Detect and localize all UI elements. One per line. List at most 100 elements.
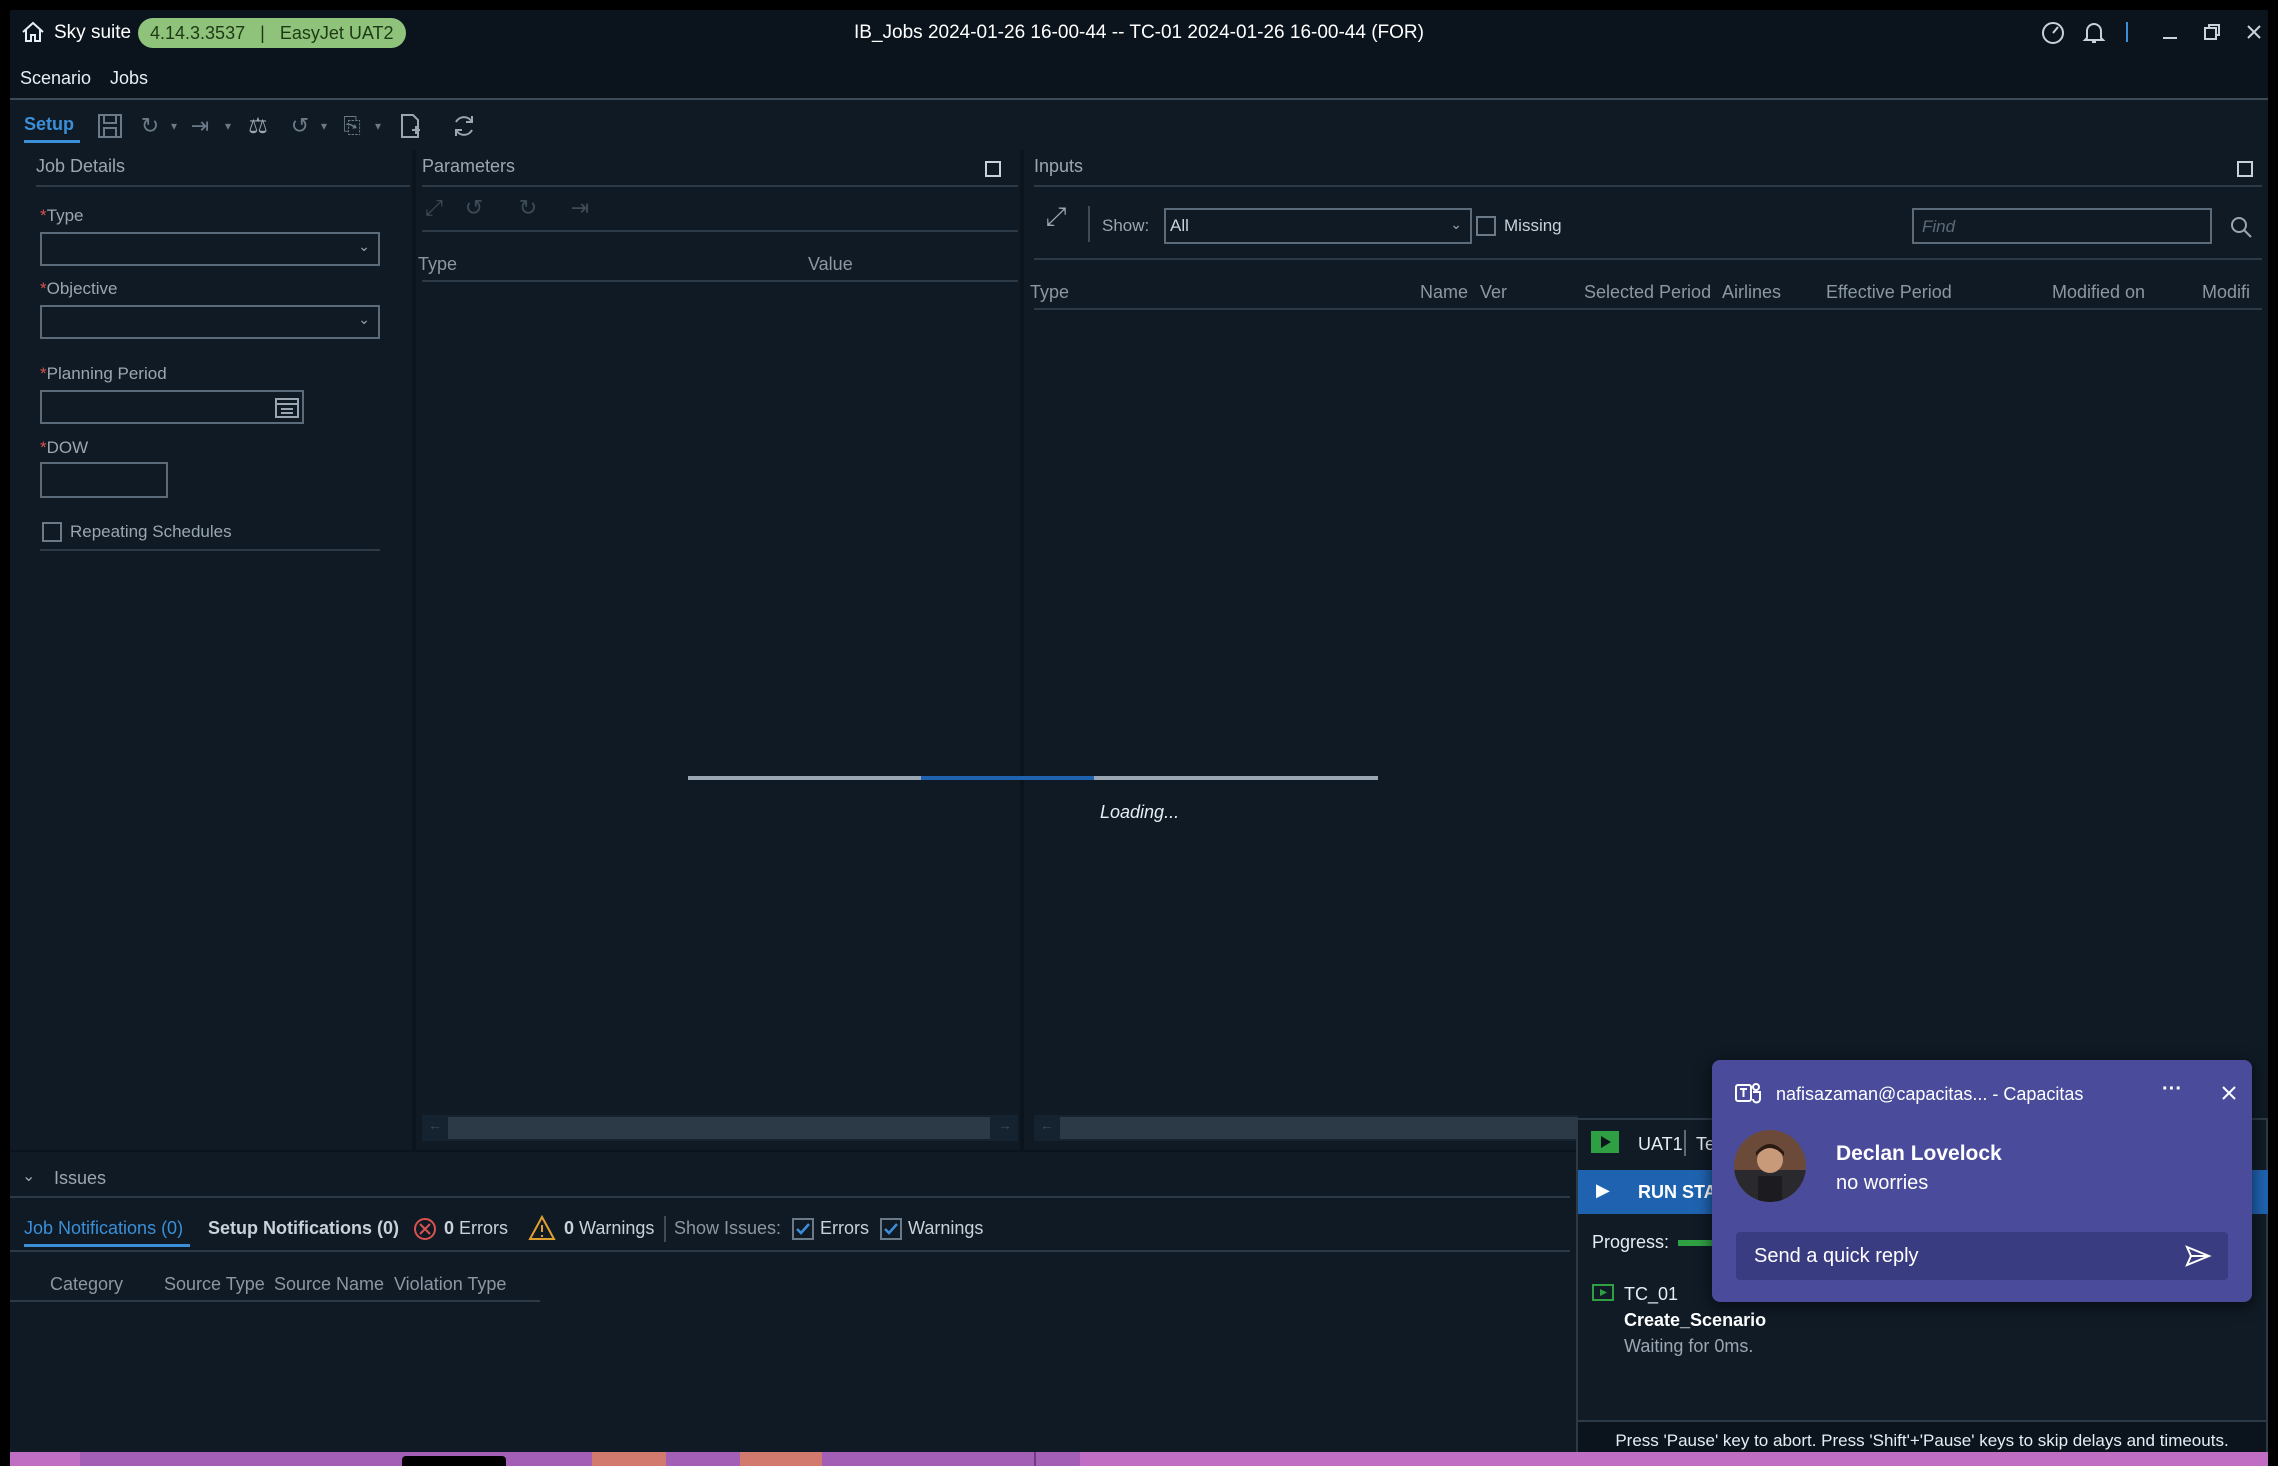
warnings-summary[interactable]: 0 Warnings xyxy=(564,1218,654,1239)
column-header-name[interactable]: Name xyxy=(1420,282,1468,303)
bell-icon[interactable] xyxy=(2082,20,2106,46)
close-icon[interactable] xyxy=(2220,1084,2238,1102)
scrollbar-thumb[interactable] xyxy=(1060,1117,1578,1139)
chevron-down-icon: ⌄ xyxy=(358,311,370,327)
loading-text: Loading... xyxy=(1100,802,1180,822)
divider xyxy=(422,280,1018,282)
chevron-down-icon[interactable]: ▾ xyxy=(214,112,242,140)
planning-period-input[interactable] xyxy=(40,390,304,424)
minimize-icon[interactable] xyxy=(2160,22,2180,42)
chevron-down-icon: ⌄ xyxy=(358,238,370,254)
scrollbar-thumb[interactable] xyxy=(448,1117,990,1139)
job-details-title: Job Details xyxy=(36,156,126,176)
maximize-icon[interactable] xyxy=(2236,160,2254,178)
column-header-selected-period[interactable]: Selected Period xyxy=(1584,282,1711,303)
taskbar-item[interactable] xyxy=(592,1452,666,1466)
speedometer-icon[interactable] xyxy=(2040,20,2066,46)
refresh-icon[interactable] xyxy=(450,112,478,140)
redo-icon[interactable]: ↻ xyxy=(514,194,542,222)
calendar-icon[interactable] xyxy=(274,396,300,420)
column-header-source-name[interactable]: Source Name xyxy=(274,1274,384,1295)
repeating-schedules-checkbox[interactable] xyxy=(42,522,62,542)
chevron-down-icon[interactable]: ▾ xyxy=(310,112,338,140)
undo-icon[interactable]: ↺ xyxy=(460,194,488,222)
collapse-chevron-icon[interactable]: ⌄ xyxy=(22,1166,35,1186)
tab-setup-underline xyxy=(24,140,80,143)
dow-input[interactable] xyxy=(40,462,168,498)
new-document-icon[interactable] xyxy=(396,112,424,140)
send-icon[interactable] xyxy=(2184,1244,2212,1268)
tab-job-notifications[interactable]: Job Notifications (0) xyxy=(24,1218,183,1239)
expand-icon[interactable]: ⤢ xyxy=(420,194,448,222)
column-header-modified-by[interactable]: Modifi xyxy=(2202,282,2260,303)
more-options-icon[interactable]: ··· xyxy=(2162,1078,2182,1101)
panel-splitter[interactable] xyxy=(412,150,416,1150)
menu-jobs[interactable]: Jobs xyxy=(110,68,148,89)
parameters-horizontal-scrollbar[interactable]: ← → xyxy=(422,1115,1018,1141)
show-select[interactable]: All ⌄ xyxy=(1164,208,1472,244)
home-icon[interactable] xyxy=(20,20,46,44)
warnings-count: 0 xyxy=(564,1218,575,1238)
column-header-modified-on[interactable]: Modified on xyxy=(2052,282,2145,303)
tab-setup[interactable]: Setup xyxy=(24,114,74,135)
divider xyxy=(1034,1452,1036,1466)
version-badge: 4.14.3.3537 | EasyJet UAT2 xyxy=(138,18,406,48)
arrow-left-icon[interactable]: ← xyxy=(428,1117,442,1133)
tab-setup-notifications[interactable]: Setup Notifications (0) xyxy=(208,1218,399,1239)
title-divider xyxy=(2126,22,2128,42)
divider xyxy=(1034,258,2262,260)
save-icon[interactable] xyxy=(96,112,124,140)
title-bar: Sky suite 4.14.3.3537 | EasyJet UAT2 IB_… xyxy=(10,10,2268,54)
taskbar xyxy=(10,1452,2268,1466)
chevron-down-icon[interactable]: ▾ xyxy=(364,112,392,140)
column-header-airlines[interactable]: Airlines xyxy=(1722,282,1781,303)
column-header-ver[interactable]: Ver xyxy=(1480,282,1507,303)
type-select[interactable]: ⌄ xyxy=(40,232,380,266)
chevron-down-icon[interactable]: ▾ xyxy=(160,112,188,140)
toolbar: Setup ↻ ▾ ⇥ ▾ ⚖ ↺ ▾ ⎘ ▾ xyxy=(10,102,2268,148)
taskbar-item[interactable] xyxy=(402,1456,506,1466)
errors-filter-checkbox[interactable] xyxy=(792,1218,814,1240)
inputs-horizontal-scrollbar[interactable]: ← xyxy=(1034,1115,1578,1141)
warnings-label: Warnings xyxy=(579,1218,655,1238)
objective-label: *Objective xyxy=(40,279,118,299)
panel-splitter[interactable] xyxy=(1020,150,1024,1150)
column-header-value[interactable]: Value xyxy=(808,254,853,275)
column-header-type[interactable]: Type xyxy=(1030,282,1069,303)
type-label-text: Type xyxy=(46,206,84,225)
column-header-effective-period[interactable]: Effective Period xyxy=(1826,282,1952,303)
divider xyxy=(10,1196,1570,1198)
teams-notification[interactable]: nafisazaman@capacitas... - Capacitas ···… xyxy=(1712,1060,2252,1302)
errors-summary[interactable]: 0 Errors xyxy=(444,1218,508,1239)
column-header-category[interactable]: Category xyxy=(50,1274,123,1295)
missing-checkbox[interactable] xyxy=(1476,216,1496,236)
column-header-source-type[interactable]: Source Type xyxy=(164,1274,265,1295)
quick-reply-input[interactable]: Send a quick reply xyxy=(1736,1232,2228,1280)
balance-scale-icon[interactable]: ⚖ xyxy=(244,112,272,140)
arrow-left-icon[interactable]: ← xyxy=(1040,1117,1054,1133)
export-icon[interactable]: ⇥ xyxy=(566,194,594,222)
column-header-violation-type[interactable]: Violation Type xyxy=(394,1274,506,1295)
required-mark: * xyxy=(40,438,47,457)
search-icon[interactable] xyxy=(2228,214,2254,240)
maximize-icon[interactable] xyxy=(984,160,1002,178)
column-header-type[interactable]: Type xyxy=(418,254,457,275)
taskbar-segment xyxy=(80,1452,1080,1466)
menu-scenario[interactable]: Scenario xyxy=(20,68,91,89)
expand-icon[interactable]: ⤢ xyxy=(1042,202,1070,230)
objective-select[interactable]: ⌄ xyxy=(40,305,380,339)
warnings-filter-checkbox[interactable] xyxy=(880,1218,902,1240)
export-icon[interactable]: ⇥ xyxy=(186,112,214,140)
close-icon[interactable] xyxy=(2244,22,2264,42)
copy-icon[interactable]: ⎘ xyxy=(338,112,366,140)
test-case-name: TC_01 xyxy=(1624,1284,1679,1304)
teams-icon xyxy=(1735,1083,1761,1104)
chevron-down-icon: ⌄ xyxy=(1450,216,1462,232)
restore-icon[interactable] xyxy=(2202,22,2222,42)
find-input[interactable]: Find xyxy=(1912,208,2212,244)
version-number: 4.14.3.3537 xyxy=(150,23,246,43)
taskbar-item[interactable] xyxy=(740,1452,822,1466)
menu-bar: Scenario Jobs xyxy=(10,54,2268,100)
arrow-right-icon[interactable]: → xyxy=(998,1117,1012,1133)
show-select-value: All xyxy=(1170,216,1189,235)
